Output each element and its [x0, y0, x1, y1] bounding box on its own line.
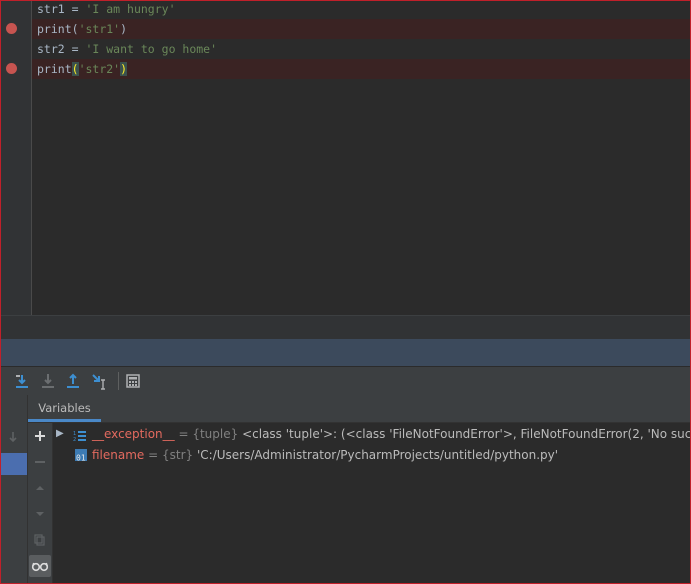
code-line-2[interactable]: print('str1') [32, 19, 690, 39]
debug-tool-window-header[interactable] [1, 339, 690, 366]
variable-equals: = [144, 448, 162, 462]
code-line-4[interactable]: print('str2') [32, 59, 690, 79]
string-token: 'str1' [78, 22, 121, 36]
paren-close-highlight: ) [120, 62, 128, 76]
step-into-icon[interactable] [38, 371, 58, 391]
variable-name: filename [92, 448, 145, 462]
svg-text:2: 2 [73, 437, 76, 442]
variable-01-icon: 01 [75, 449, 87, 463]
remove-watch-icon[interactable] [33, 454, 47, 468]
add-watch-icon[interactable] [33, 428, 47, 442]
pycharm-window: str1 = 'I am hungry' print('str1') str2 … [0, 0, 691, 584]
move-down-icon[interactable] [33, 506, 47, 520]
variable-type: {str} [162, 448, 194, 462]
variable-row[interactable]: 01 filename = {str} 'C:/Users/Administra… [53, 445, 690, 465]
breakpoint-icon[interactable] [6, 63, 17, 74]
glasses-icon [31, 562, 49, 572]
tab-variables[interactable]: Variables [28, 395, 101, 422]
editor-gutter[interactable] [1, 1, 32, 315]
expand-arrow-icon[interactable]: ▶ [56, 424, 64, 444]
toolbar-separator [118, 372, 119, 390]
variables-side-toolbar [28, 423, 53, 583]
svg-text:01: 01 [76, 454, 86, 463]
paren-close: ) [120, 22, 128, 36]
variable-value: 'C:/Users/Administrator/PycharmProjects/… [197, 448, 559, 462]
frames-strip [1, 395, 28, 583]
paren-open-highlight: ( [71, 62, 79, 76]
variable-row[interactable]: ▶ 12 __exception__ = {tuple} <class 'tup… [53, 424, 690, 444]
code-editor[interactable]: str1 = 'I am hungry' print('str1') str2 … [1, 1, 690, 315]
code-line-1[interactable]: str1 = 'I am hungry' [32, 1, 690, 19]
frame-selection[interactable] [1, 453, 27, 475]
variable-equals: = [174, 427, 193, 441]
function-token: print [37, 22, 72, 36]
variables-header: Variables [28, 395, 690, 423]
variable-token: str1 [37, 2, 65, 16]
function-token: print [37, 62, 72, 76]
variable-name: __exception__ [92, 427, 175, 441]
string-token: 'I am hungry' [85, 2, 176, 16]
step-over-icon[interactable] [13, 371, 33, 391]
operator-token: = [64, 2, 86, 16]
run-to-cursor-icon[interactable] [90, 371, 110, 391]
breakpoint-icon[interactable] [6, 23, 17, 34]
editor-status-strip [1, 315, 690, 340]
debugger-toolbar [1, 366, 690, 396]
variable-value: <class 'tuple'>: (<class 'FileNotFoundEr… [242, 427, 690, 441]
step-out-icon[interactable] [63, 371, 83, 391]
copy-icon[interactable] [33, 532, 47, 546]
paren-open: ( [71, 22, 79, 36]
string-token: 'str2' [78, 62, 121, 76]
arrow-down-icon[interactable] [6, 429, 20, 443]
move-up-icon[interactable] [33, 480, 47, 494]
string-token: 'I want to go home' [85, 42, 218, 56]
operator-token: = [64, 42, 86, 56]
variables-tree[interactable]: ▶ 12 __exception__ = {tuple} <class 'tup… [53, 423, 690, 583]
list-icon: 12 [73, 428, 86, 443]
evaluate-expression-icon[interactable] [123, 371, 143, 391]
show-watches-toggle[interactable] [29, 555, 51, 577]
variable-token: str2 [37, 42, 65, 56]
code-line-3[interactable]: str2 = 'I want to go home' [32, 39, 690, 59]
variable-type: {tuple} [192, 427, 239, 441]
